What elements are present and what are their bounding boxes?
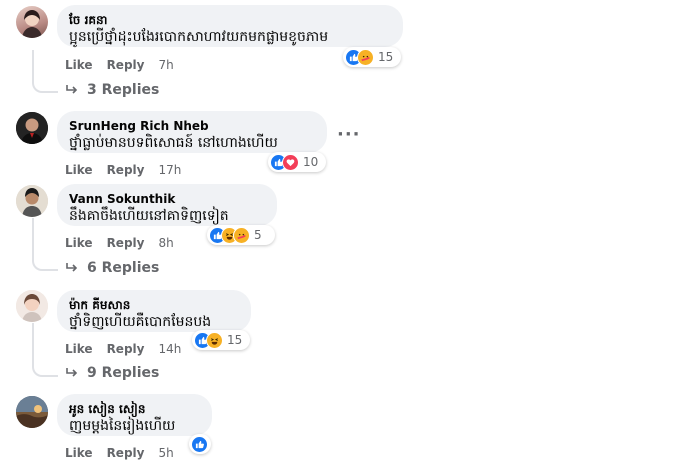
like-button[interactable]: Like <box>65 236 93 250</box>
reaction-count: 15 <box>378 50 394 64</box>
reaction-count: 15 <box>227 333 243 347</box>
like-button[interactable]: Like <box>65 342 93 356</box>
reaction-summary[interactable] <box>189 434 211 454</box>
reaction-count: 10 <box>303 155 319 169</box>
comment-text: ថ្នាំធ្លាប់មានបទពិសោធន៍ នៅហោងហើយ <box>69 135 278 151</box>
comment-time[interactable]: 7h <box>158 58 173 72</box>
reply-button[interactable]: Reply <box>107 446 145 460</box>
comment-actions: Like Reply 17h <box>65 163 195 177</box>
more-options-button[interactable]: ··· <box>337 124 361 145</box>
comment-actions: Like Reply 7h <box>65 58 188 72</box>
comment-text: ប្អូនប្រើថ្នាំដុះបងែរបោកសាហាវយកមកផ្លាមខូ… <box>69 29 329 45</box>
comment-time[interactable]: 5h <box>158 446 173 460</box>
comment-actions: Like Reply 14h <box>65 342 195 356</box>
view-replies-button[interactable]: 9 Replies <box>65 365 159 381</box>
replies-label: 6 Replies <box>87 260 160 276</box>
comment-author[interactable]: SrunHeng Rich Nheb <box>69 118 315 134</box>
like-icon <box>191 435 208 453</box>
reply-button[interactable]: Reply <box>107 342 145 356</box>
like-button[interactable]: Like <box>65 446 93 460</box>
care-icon <box>233 226 250 244</box>
avatar[interactable] <box>16 396 48 428</box>
like-button[interactable]: Like <box>65 163 93 177</box>
view-replies-button[interactable]: 3 Replies <box>65 82 159 98</box>
comment-actions: Like Reply 8h <box>65 236 188 250</box>
care-icon <box>357 48 374 66</box>
replies-label: 9 Replies <box>87 365 160 381</box>
love-icon <box>282 153 299 171</box>
comment-bubble: ចែ រគនា ប្អូនប្រើថ្នាំដុះបងែរបោកសាហាវយកម… <box>57 5 403 47</box>
reply-arrow-icon <box>66 85 78 94</box>
comment-text: នឹងគាចឹងហើយនៅគាទិញទៀត <box>69 208 229 224</box>
comment-author[interactable]: អូន សៀន សៀន <box>69 401 200 417</box>
comment-author[interactable]: ម៉ាក គីមសាន <box>69 297 239 313</box>
reaction-summary[interactable]: 15 <box>343 47 401 67</box>
comment-author[interactable]: ចែ រគនា <box>69 12 391 28</box>
reply-arrow-icon <box>66 368 78 377</box>
reaction-count: 5 <box>254 228 262 242</box>
reply-button[interactable]: Reply <box>107 163 145 177</box>
reaction-summary[interactable]: 5 <box>207 225 275 245</box>
comment-author[interactable]: Vann Sokunthik <box>69 191 265 207</box>
avatar[interactable] <box>16 185 48 217</box>
reaction-summary[interactable]: 15 <box>192 330 250 350</box>
reply-button[interactable]: Reply <box>107 236 145 250</box>
comment-bubble: ម៉ាក គីមសាន ថ្នាំទិញហើយគឺបោកមែនបង <box>57 290 251 332</box>
thread-line <box>32 323 58 377</box>
thread-line <box>32 218 58 271</box>
comment-time[interactable]: 14h <box>158 342 181 356</box>
thread-line <box>32 50 58 93</box>
reply-arrow-icon <box>66 263 78 272</box>
avatar[interactable] <box>16 290 48 322</box>
like-button[interactable]: Like <box>65 58 93 72</box>
view-replies-button[interactable]: 6 Replies <box>65 260 159 276</box>
comment-actions: Like Reply 5h <box>65 446 188 460</box>
reply-button[interactable]: Reply <box>107 58 145 72</box>
comment-bubble: Vann Sokunthik នឹងគាចឹងហើយនៅគាទិញទៀត <box>57 184 277 226</box>
comment-bubble: SrunHeng Rich Nheb ថ្នាំធ្លាប់មានបទពិសោធ… <box>57 111 327 153</box>
haha-icon <box>206 331 223 349</box>
avatar[interactable] <box>16 6 48 38</box>
avatar[interactable] <box>16 112 48 144</box>
comment-time[interactable]: 8h <box>158 236 173 250</box>
replies-label: 3 Replies <box>87 82 160 98</box>
reaction-summary[interactable]: 10 <box>268 152 326 172</box>
comment-time[interactable]: 17h <box>158 163 181 177</box>
comment-bubble: អូន សៀន សៀន ញមម្តងនៃរៀងហើយ <box>57 394 212 436</box>
comment-text: ញមម្តងនៃរៀងហើយ <box>69 418 176 434</box>
